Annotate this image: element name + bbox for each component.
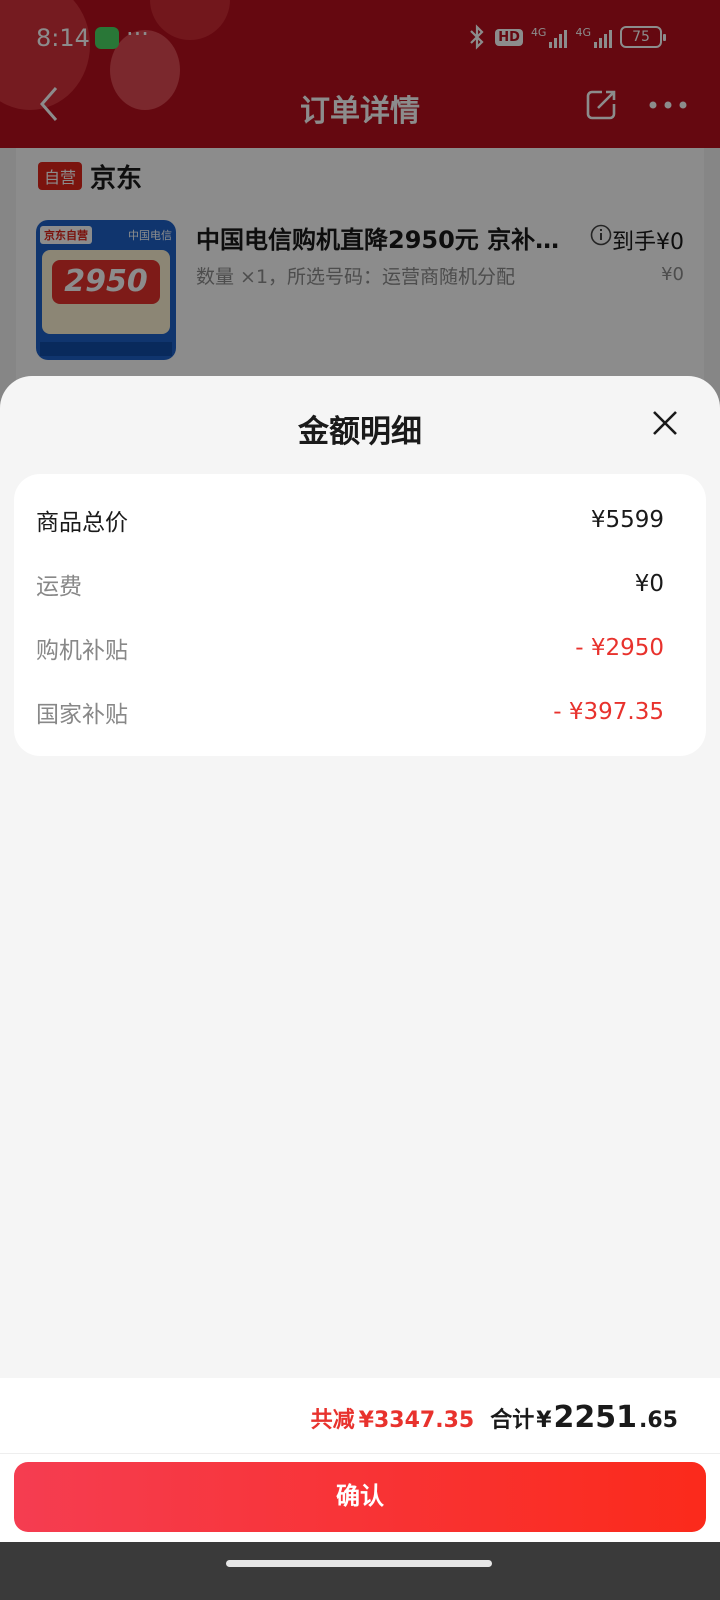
amount-detail-card: 商品总价 ¥5599 运费 ¥0 购机补贴 - ¥2950 国家补贴 - ¥39…	[14, 474, 706, 756]
detail-label: 商品总价	[36, 510, 128, 536]
total-decimal: .65	[639, 1408, 678, 1433]
detail-label: 购机补贴	[36, 638, 128, 664]
total-currency: ¥	[536, 1408, 552, 1433]
close-icon[interactable]	[648, 406, 682, 440]
confirm-area: 确认	[0, 1454, 720, 1542]
summary-bar: 共减 ¥3347.35 合计 ¥ 2251 .65	[0, 1378, 720, 1454]
amount-detail-sheet: 金额明细 商品总价 ¥5599 运费 ¥0 购机补贴 - ¥2950 国家补贴 …	[0, 376, 720, 1600]
detail-value: - ¥397.35	[553, 699, 664, 725]
detail-value: ¥0	[634, 571, 664, 597]
detail-row-national-subsidy: 国家补贴 - ¥397.35	[36, 692, 664, 732]
discount-value: ¥3347.35	[358, 1408, 475, 1433]
detail-label: 运费	[36, 574, 82, 600]
detail-row-total-price: 商品总价 ¥5599	[36, 500, 664, 540]
order-total: 合计 ¥ 2251 .65	[490, 1400, 678, 1435]
detail-row-purchase-subsidy: 购机补贴 - ¥2950	[36, 628, 664, 668]
detail-label: 国家补贴	[36, 702, 128, 728]
total-label: 合计	[490, 1408, 535, 1433]
home-indicator[interactable]	[226, 1560, 492, 1567]
total-discount: 共减 ¥3347.35	[311, 1402, 475, 1434]
system-nav-bar	[0, 1542, 720, 1600]
total-integer: 2251	[553, 1400, 638, 1435]
detail-value: - ¥2950	[575, 635, 664, 661]
detail-row-shipping: 运费 ¥0	[36, 564, 664, 604]
confirm-button[interactable]: 确认	[14, 1462, 706, 1532]
sheet-title: 金额明细	[298, 414, 422, 450]
discount-label: 共减	[310, 1408, 355, 1433]
detail-value: ¥5599	[590, 507, 664, 533]
